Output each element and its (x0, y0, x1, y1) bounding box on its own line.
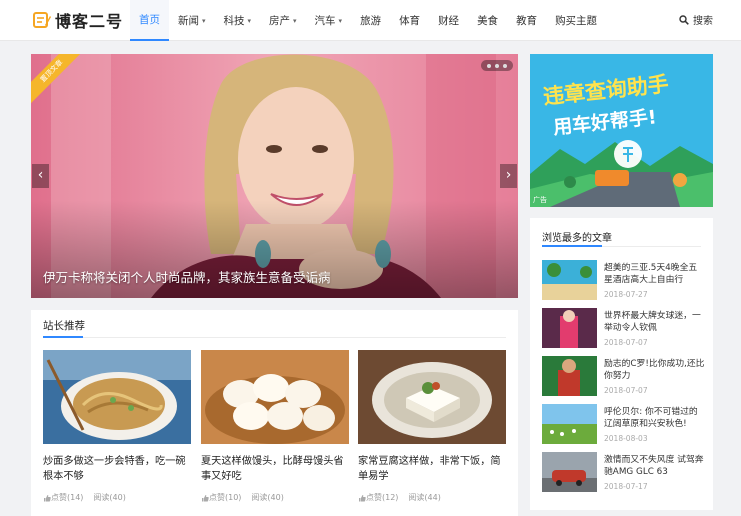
slider-next-button[interactable]: › (500, 164, 517, 188)
article-card[interactable]: 夏天这样做馒头，比酵母馒头省事又好吃 点赞(10) 阅读(40) (201, 350, 349, 503)
nav-item[interactable]: 房产 ▾ (260, 0, 306, 41)
article-thumbnail[interactable] (358, 350, 506, 444)
search-button[interactable]: 搜索 (679, 12, 713, 27)
ad-tag: 广告 (533, 196, 547, 204)
search-icon (679, 14, 689, 25)
nav-item[interactable]: 科技 ▾ (215, 0, 261, 41)
chevron-down-icon: ▾ (202, 16, 206, 25)
popular-date: 2018-07-07 (604, 338, 648, 347)
article-thumbnail[interactable] (43, 350, 191, 444)
ad-banner[interactable]: 违章查询助手 用车好帮手! 广告 (530, 54, 713, 207)
nav-item[interactable]: 财经 (429, 0, 468, 41)
nav-item-label: 汽车 (314, 14, 336, 27)
nav-item-label: 房产 (269, 14, 291, 27)
read-count: 阅读(40) (93, 493, 126, 502)
like-count-label: 点赞(10) (209, 493, 242, 502)
ad-image: 违章查询助手 用车好帮手! (530, 54, 713, 207)
popular-thumbnail[interactable] (542, 452, 597, 492)
main-nav: 首页 新闻 ▾ 科技 ▾ 房产 ▾ 汽车 ▾ 旅游 体育 财经 美食 教育 购买主题 (130, 0, 606, 41)
nav-item-label: 科技 (223, 14, 245, 27)
like-count[interactable]: 点赞(14) (43, 492, 83, 503)
featured-slider[interactable]: 置顶文章 ‹ › 伊万卡称将关闭个人时尚品牌，其家族生意备受诟病 (31, 54, 518, 298)
article-title[interactable]: 夏天这样做馒头，比酵母馒头省事又好吃 (201, 454, 349, 484)
popular-item[interactable]: 励志的C罗!比你成功,还比你努力 2018-07-07 (542, 356, 705, 398)
popular-title[interactable]: 励志的C罗!比你成功,还比你努力 (604, 358, 705, 382)
popular-date: 2018-07-07 (604, 386, 648, 395)
read-count: 阅读(40) (251, 493, 284, 502)
read-count: 阅读(44) (408, 493, 441, 502)
thumbs-up-icon (359, 494, 366, 501)
chevron-down-icon: ▾ (338, 16, 343, 25)
popular-title[interactable]: 激情而又不失风度 试驾奔驰AMG GLC 63 (604, 454, 705, 478)
nav-item-label: 新闻 (178, 14, 199, 27)
like-count-label: 点赞(12) (366, 493, 399, 502)
section-divider (43, 337, 506, 338)
section-title: 浏览最多的文章 (542, 233, 612, 244)
popular-thumbnail[interactable] (542, 356, 597, 396)
popular-item[interactable]: 激情而又不失风度 试驾奔驰AMG GLC 63 2018-07-17 (542, 452, 705, 494)
slider-dots (481, 60, 513, 71)
article-title[interactable]: 炒面多做这一步会特香，吃一碗根本不够 (43, 454, 191, 484)
article-meta: 点赞(12) 阅读(44) (358, 492, 506, 503)
site-header: 博客二号 首页 新闻 ▾ 科技 ▾ 房产 ▾ 汽车 ▾ 旅游 体育 财经 美食 教育 购买主题 搜索 (0, 0, 741, 41)
like-count-label: 点赞(14) (51, 493, 84, 502)
nav-item-label: 首页 (139, 13, 160, 26)
nav-item[interactable]: 购买主题 (546, 0, 606, 41)
article-meta: 点赞(14) 阅读(40) (43, 492, 191, 503)
popular-item[interactable]: 世界杯最大牌女球迷，一举动令人钦佩 2018-07-07 (542, 308, 705, 350)
slider-dot[interactable] (503, 63, 507, 68)
nav-item-label: 教育 (516, 14, 538, 27)
nav-item[interactable]: 体育 (390, 0, 429, 41)
article-card[interactable]: 家常豆腐这样做，非常下饭，简单易学 点赞(12) 阅读(44) (358, 350, 506, 503)
nav-item[interactable]: 首页 (130, 0, 169, 41)
article-meta: 点赞(10) 阅读(40) (201, 492, 349, 503)
nav-item-label: 美食 (477, 14, 499, 27)
section-title-underline (43, 336, 83, 338)
nav-item[interactable]: 教育 (507, 0, 546, 41)
search-label: 搜索 (693, 16, 713, 27)
recommend-section: 站长推荐 炒面多做这一步会特香，吃一碗根本不够 点赞(14) 阅读(40) 夏天… (31, 310, 518, 516)
popular-item[interactable]: 呼伦贝尔: 你不可错过的辽阔草原和兴安秋色! 2018-08-03 (542, 404, 705, 446)
section-title-underline (542, 245, 602, 247)
article-thumbnail[interactable] (201, 350, 349, 444)
article-card[interactable]: 炒面多做这一步会特香，吃一碗根本不够 点赞(14) 阅读(40) (43, 350, 191, 503)
popular-date: 2018-08-03 (604, 434, 648, 443)
nav-item-label: 购买主题 (555, 14, 598, 27)
popular-thumbnail[interactable] (542, 260, 597, 300)
thumbs-up-icon (44, 494, 51, 501)
popular-title[interactable]: 世界杯最大牌女球迷，一举动令人钦佩 (604, 310, 705, 334)
logo-text: 博客二号 (55, 12, 124, 31)
nav-item-label: 财经 (438, 14, 460, 27)
nav-item[interactable]: 新闻 ▾ (169, 0, 215, 41)
nav-item-label: 旅游 (360, 14, 382, 27)
like-count[interactable]: 点赞(10) (201, 492, 241, 503)
popular-title[interactable]: 呼伦贝尔: 你不可错过的辽阔草原和兴安秋色! (604, 406, 705, 430)
slider-dot[interactable] (487, 63, 491, 68)
slider-dot[interactable] (495, 63, 499, 68)
nav-item-label: 体育 (399, 14, 421, 27)
chevron-down-icon: ▾ (293, 16, 297, 25)
popular-thumbnail[interactable] (542, 308, 597, 348)
popular-title[interactable]: 超美的三亚.5天4晚全五星酒店高大上自由行 (604, 262, 705, 286)
like-count[interactable]: 点赞(12) (358, 492, 398, 503)
nav-item[interactable]: 旅游 (351, 0, 390, 41)
logo-icon (33, 12, 51, 28)
popular-thumbnail[interactable] (542, 404, 597, 444)
popular-articles: 浏览最多的文章 超美的三亚.5天4晚全五星酒店高大上自由行 2018-07-27… (530, 218, 713, 510)
slider-prev-button[interactable]: ‹ (32, 164, 49, 188)
section-title: 站长推荐 (43, 320, 85, 332)
chevron-down-icon: ▾ (247, 16, 252, 25)
site-logo[interactable]: 博客二号 (33, 9, 123, 31)
slider-caption[interactable]: 伊万卡称将关闭个人时尚品牌，其家族生意备受诟病 (43, 267, 331, 286)
nav-item[interactable]: 美食 (468, 0, 507, 41)
popular-date: 2018-07-17 (604, 482, 648, 491)
slide-image[interactable] (31, 54, 518, 298)
thumbs-up-icon (202, 494, 209, 501)
article-title[interactable]: 家常豆腐这样做，非常下饭，简单易学 (358, 454, 506, 484)
popular-item[interactable]: 超美的三亚.5天4晚全五星酒店高大上自由行 2018-07-27 (542, 260, 705, 302)
popular-date: 2018-07-27 (604, 290, 648, 299)
nav-item[interactable]: 汽车 ▾ (306, 0, 352, 41)
